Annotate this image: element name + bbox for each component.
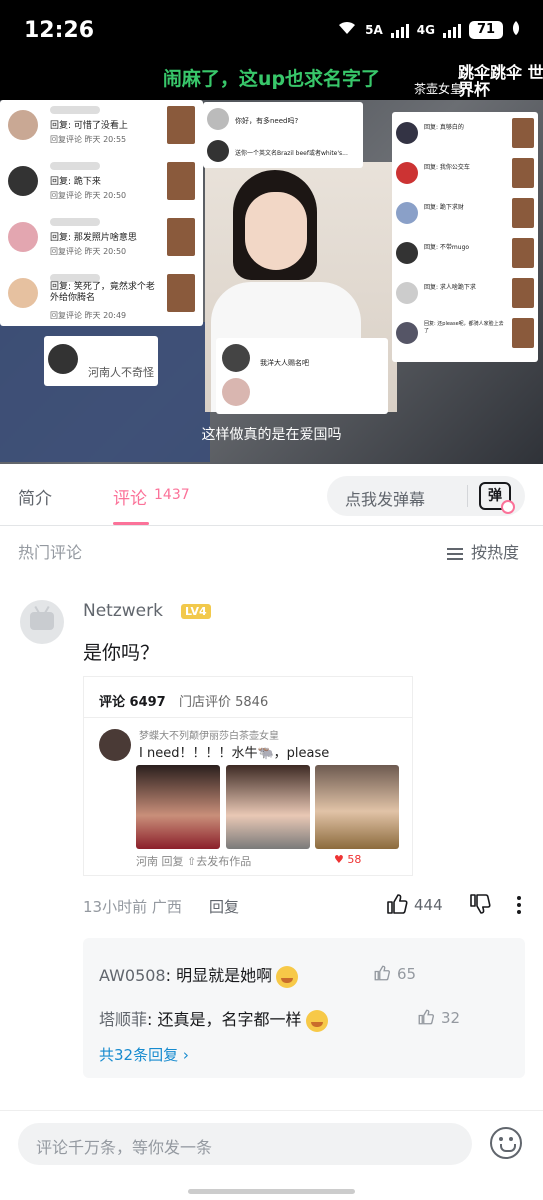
video-player[interactable]: 闹麻了，这up也求名字了 茶壶女皇 跳伞跳伞 世界杯 回复: 可惜了没看上 回复评…	[0, 62, 543, 464]
tab-comments[interactable]: 评论	[113, 484, 147, 509]
more-options-icon[interactable]	[513, 894, 525, 916]
wifi-icon	[337, 20, 357, 39]
video-watermark-small: 茶壶女皇	[414, 82, 463, 96]
bilibili-tv-icon	[30, 612, 54, 630]
reply-item[interactable]: 塔顺菲: 还真是，名字都一样	[99, 1006, 328, 1032]
home-indicator[interactable]	[188, 1189, 355, 1194]
comment-username[interactable]: Netzwerk	[83, 601, 163, 621]
video-comment-card-foreign: 我洋大人赐名吧	[216, 338, 388, 414]
reply-text: 明显就是她啊	[176, 966, 273, 985]
hot-comments-title: 热门评论	[18, 543, 83, 562]
danmu-divider	[467, 485, 468, 507]
reply-like-count: 65	[397, 965, 417, 983]
screenshot-photo-3	[315, 765, 399, 849]
screenshot-username: 梦蝶大不列颠伊丽莎白茶壶女皇	[139, 731, 279, 742]
tab-comments-count: 1437	[154, 487, 190, 503]
video-comment-card-left: 回复: 可惜了没看上 回复评论 昨天 20:55 回复: 跪下来 回复评论 昨天 2…	[0, 100, 203, 326]
screenshot-tab-comments: 评论 6497	[99, 695, 166, 710]
dislike-icon[interactable]	[468, 892, 492, 916]
tab-intro[interactable]: 简介	[18, 484, 52, 509]
danmu-placeholder: 点我发弹幕	[345, 490, 426, 509]
sort-label: 按热度	[471, 543, 520, 562]
network-5g-label: 5A	[365, 22, 383, 37]
reply-like[interactable]: 32	[417, 1008, 460, 1027]
reply-username[interactable]: 塔顺菲	[99, 1010, 147, 1029]
avatar[interactable]	[20, 600, 64, 644]
sort-icon	[447, 547, 463, 560]
signal-icon	[390, 22, 409, 38]
reply-list: AW0508: 明显就是她啊 65 塔顺菲: 还真是，名字都一样 32 共32条…	[83, 938, 525, 1078]
network-4g-label: 4G	[416, 22, 435, 37]
tab-active-indicator	[113, 522, 149, 525]
comment-time-location: 13小时前 广西	[83, 898, 182, 916]
reply-button[interactable]: 回复	[209, 896, 239, 917]
screenshot-avatar	[99, 729, 131, 761]
status-time: 12:26	[24, 18, 95, 43]
screenshot-hearts: ♥ 58	[334, 853, 362, 866]
comment-text: 是你吗？	[83, 642, 160, 664]
level-badge: LV4	[181, 604, 211, 619]
screenshot-photo-1	[136, 765, 220, 849]
reply-text: 还真是，名字都一样	[157, 1010, 302, 1029]
comment-input[interactable]: 评论千万条，等你发一条	[18, 1123, 472, 1165]
like-count: 444	[414, 896, 443, 914]
bottom-bar: 评论千万条，等你发一条	[0, 1110, 543, 1200]
like-icon[interactable]	[373, 964, 391, 982]
danmu-send-button[interactable]: 点我发弹幕 弹	[327, 476, 525, 516]
video-caption-bottom: 这样做真的是在爱国吗	[201, 427, 342, 443]
sort-button[interactable]: 按热度	[447, 539, 519, 563]
screenshot-footer: 河南 回复 ⇧去发布作品	[136, 855, 252, 868]
video-comment-card-right: 回复: 真够白的 回复: 我你公交车 回复: 跪下求财 回复: 不带mugo 回…	[392, 112, 538, 362]
reply-like-count: 32	[441, 1009, 461, 1027]
video-comment-card-middle: 你好，有多need吗? 送你一个英文名Brazil beef或者white's.…	[203, 102, 363, 168]
like-icon[interactable]	[417, 1008, 435, 1026]
comment-input-placeholder: 评论千万条，等你发一条	[36, 1138, 213, 1157]
reply-item[interactable]: AW0508: 明显就是她啊	[99, 962, 299, 988]
view-more-replies-link[interactable]: 共32条回复 ›	[99, 1044, 189, 1065]
screenshot-text: I need！！！！水牛🐃，please	[139, 746, 330, 761]
leaf-icon	[511, 20, 521, 39]
video-comment-card-henan: 河南人不奇怪	[44, 336, 158, 386]
status-bar: 12:26 5A 4G 71	[0, 0, 543, 62]
signal-icon-2	[443, 22, 461, 38]
reply-like[interactable]: 65	[373, 964, 416, 983]
screenshot-photo-2	[226, 765, 310, 849]
like-icon[interactable]	[385, 892, 409, 916]
status-icons: 5A 4G 71	[337, 20, 521, 39]
emoji-icon[interactable]	[490, 1127, 522, 1159]
danmu-toggle-icon[interactable]: 弹	[479, 482, 515, 514]
tab-bar: 简介 评论 1437 点我发弹幕 弹	[0, 464, 543, 526]
comment-image[interactable]: 评论 6497 门店评价 5846 梦蝶大不列颠伊丽莎白茶壶女皇 I need！…	[83, 676, 413, 876]
laughing-emoji-icon	[305, 1009, 328, 1032]
laughing-emoji-icon	[276, 965, 299, 988]
battery-icon: 71	[469, 20, 503, 39]
video-watermark-large: 跳伞跳伞 世界杯	[458, 63, 543, 99]
screenshot-tab-reviews: 门店评价 5846	[179, 695, 269, 710]
reply-username[interactable]: AW0508	[99, 966, 166, 985]
